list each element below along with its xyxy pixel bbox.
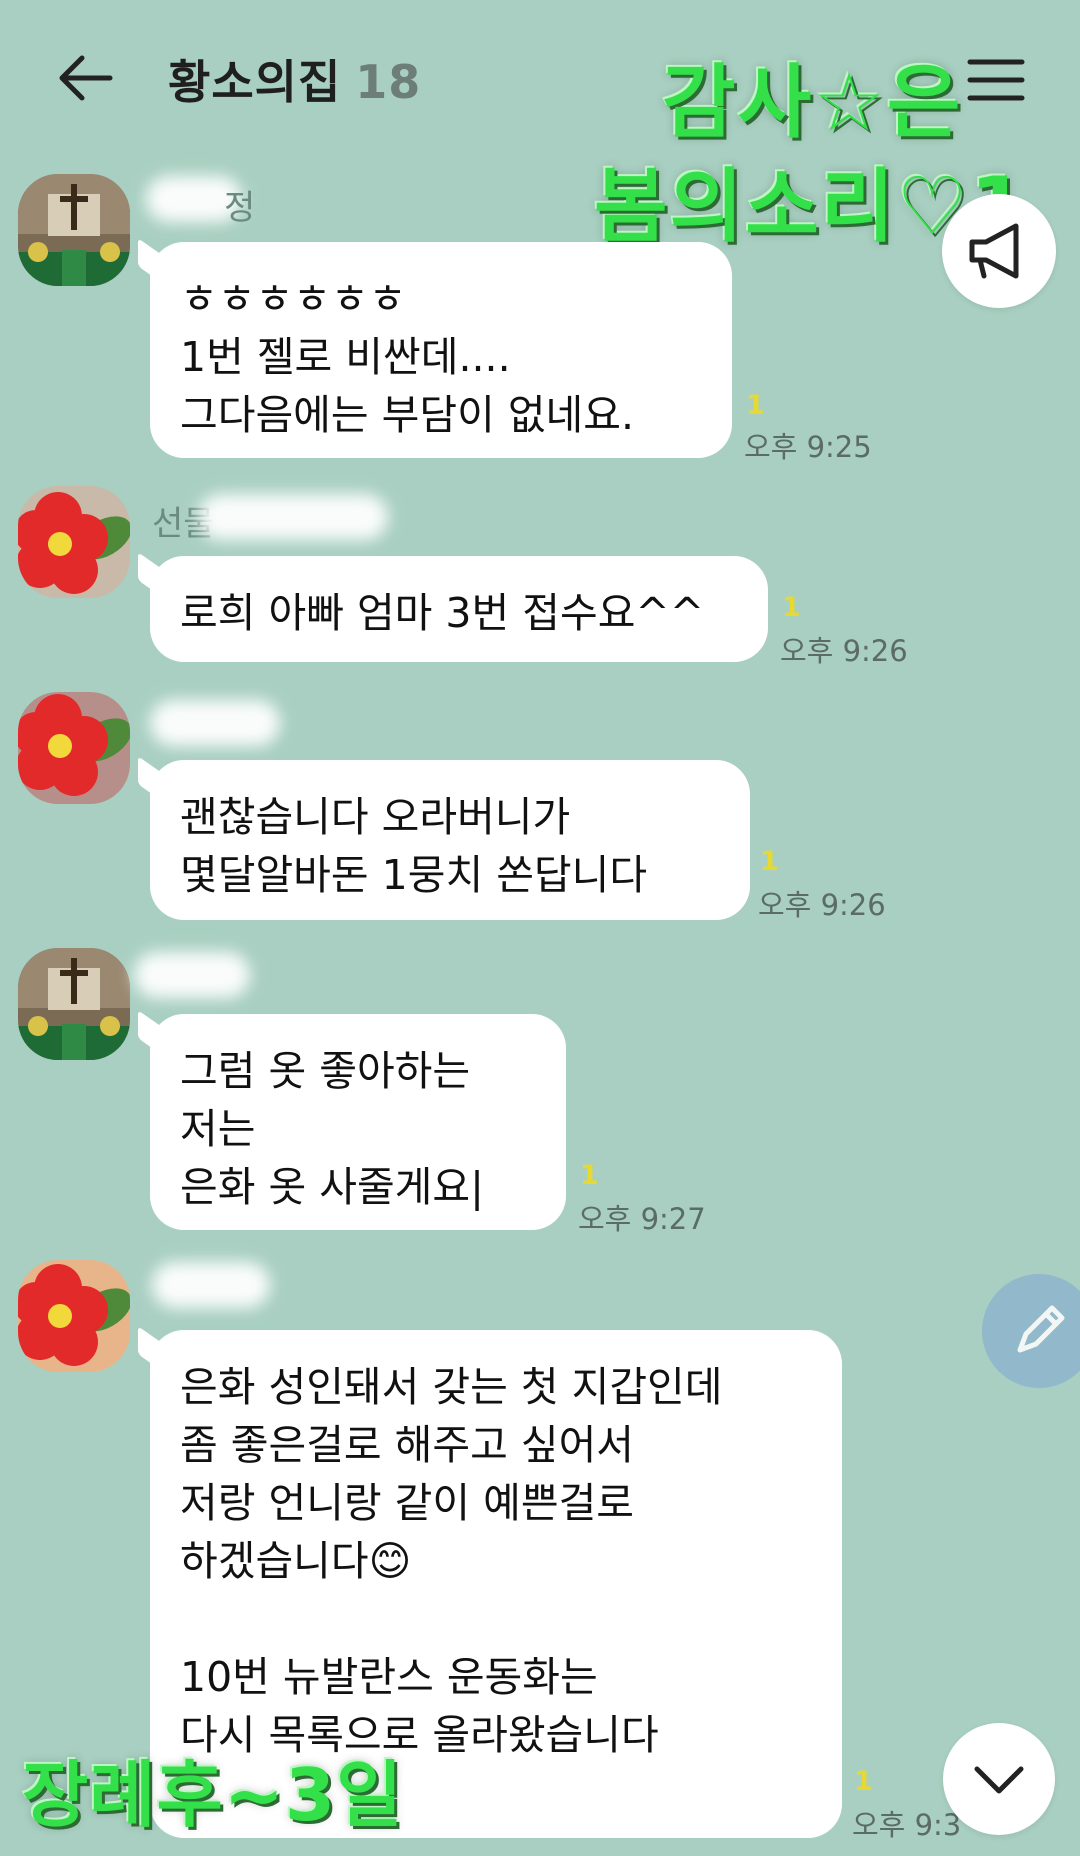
chat-room-name: 황소의집 — [168, 55, 342, 109]
message-bubble[interactable]: ㅎㅎㅎㅎㅎㅎ 1번 젤로 비싼데.... 그다음에는 부담이 없네요. — [150, 242, 732, 458]
unread-count: 1 — [854, 1766, 873, 1797]
member-count: 18 — [355, 55, 422, 109]
back-button[interactable] — [48, 40, 124, 116]
red-flower-avatar-icon — [18, 692, 130, 804]
message-time: 오후 9:25 — [744, 430, 872, 464]
message-bubble[interactable]: 로희 아빠 엄마 3번 접수요^^ — [150, 556, 768, 662]
church-altar-avatar-icon — [18, 174, 130, 286]
unread-count: 1 — [746, 390, 765, 421]
overlay-caption-bottom: 장례후~3일 — [22, 1753, 404, 1837]
chevron-down-icon — [974, 1766, 1024, 1794]
avatar[interactable] — [18, 174, 130, 286]
megaphone-icon — [969, 223, 1019, 279]
message-bubble[interactable]: 그럼 옷 좋아하는 저는 은화 옷 사줄게요| — [150, 1014, 566, 1230]
hamburger-menu-icon — [967, 59, 1025, 101]
red-flower-avatar-icon — [18, 486, 130, 598]
sender-name: 정 — [224, 188, 256, 228]
announcement-button[interactable] — [942, 194, 1056, 308]
scroll-to-bottom-button[interactable] — [943, 1723, 1055, 1835]
overlay-caption-top-line1: 감사☆은 — [662, 56, 963, 149]
avatar[interactable] — [18, 486, 130, 598]
unread-count: 1 — [760, 846, 779, 877]
church-altar-avatar-icon — [18, 948, 130, 1060]
message-time: 오후 9:27 — [578, 1202, 706, 1236]
sender-name-blurred — [198, 494, 388, 540]
unread-count: 1 — [782, 592, 801, 623]
menu-button[interactable] — [966, 52, 1026, 108]
sender-name-blurred — [134, 952, 250, 998]
message-time: 오후 9:26 — [780, 634, 908, 668]
avatar[interactable] — [18, 692, 130, 804]
pen-icon — [1017, 1305, 1065, 1353]
red-flower-avatar-icon — [18, 1260, 130, 1372]
sender-name-blurred — [152, 1262, 270, 1308]
compose-button[interactable] — [982, 1274, 1080, 1388]
unread-count: 1 — [580, 1160, 599, 1191]
avatar[interactable] — [18, 948, 130, 1060]
message-bubble[interactable]: 괜찮습니다 오라버니가 몇달알바돈 1뭉치 쏜답니다 — [150, 760, 750, 920]
chat-room-title: 황소의집 18 — [168, 46, 421, 112]
message-time: 오후 9:26 — [758, 888, 886, 922]
back-arrow-icon — [59, 55, 113, 101]
sender-name-blurred — [150, 700, 280, 746]
avatar[interactable] — [18, 1260, 130, 1372]
